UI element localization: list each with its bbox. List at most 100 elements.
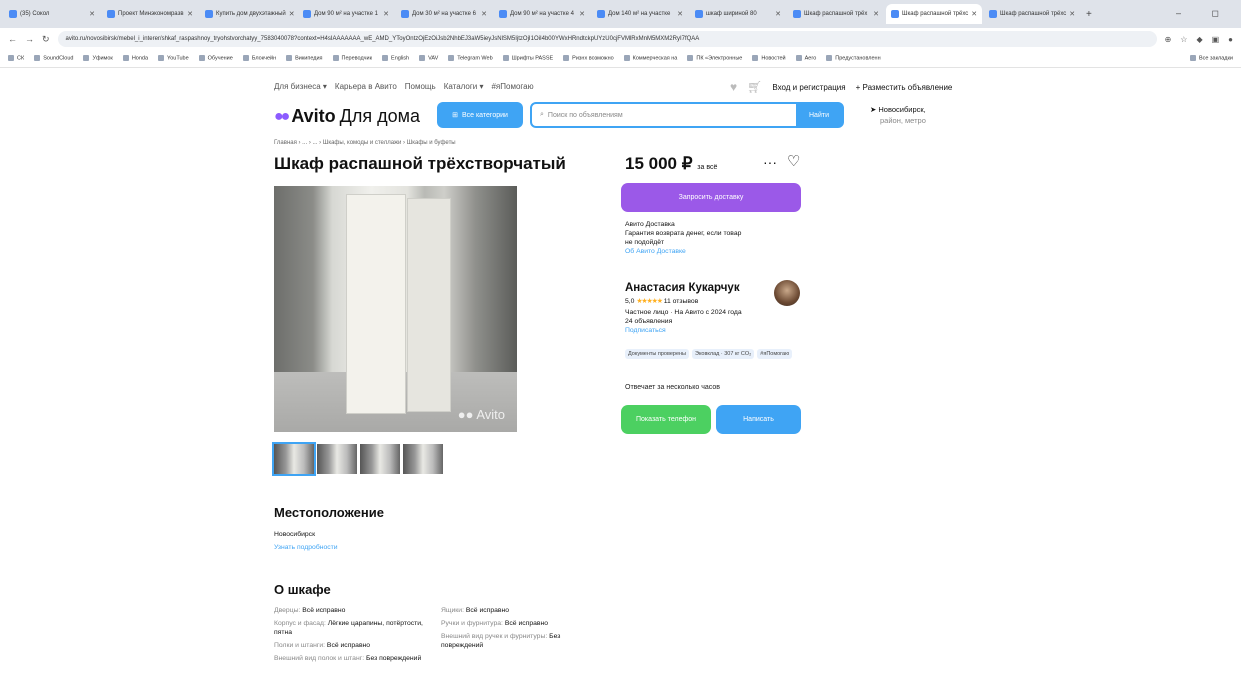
top-nav-item[interactable]: Помощь (405, 82, 436, 91)
close-icon[interactable]: ✕ (187, 10, 193, 18)
forward-icon[interactable]: → (25, 34, 34, 44)
status-badge[interactable]: #яПомогаю (757, 349, 793, 359)
search-button[interactable]: Найти (796, 104, 842, 126)
top-right-actions: ♥ 🛒︎ Вход и регистрация + Разместить объ… (730, 80, 952, 94)
subscribe-link[interactable]: Подписаться (625, 326, 775, 335)
seller-name[interactable]: Анастасия Кукарчук (625, 282, 740, 294)
rating-value: 5,0 (625, 298, 635, 305)
browser-tab-bar: (35) Сокол ✕ Проект Минэкономразв ✕ Купить д… (0, 0, 1241, 28)
location-selector[interactable]: ➤ Новосибирск, район, метро (870, 104, 926, 126)
browser-tab[interactable]: Шкаф распашной трёх ✕ (788, 4, 884, 24)
cart-icon[interactable]: 🛒︎ (747, 80, 762, 94)
url-field[interactable]: avito.ru/novosibirsk/mebel_i_interer/shk… (57, 31, 1157, 47)
bookmark-item[interactable]: Ризнх возможно (563, 55, 614, 62)
zoom-icon[interactable]: ⊕ (1165, 35, 1172, 44)
close-icon[interactable]: ✕ (89, 10, 95, 18)
price-value: 15 000 ₽ (625, 154, 693, 173)
login-link[interactable]: Вход и регистрация (772, 83, 845, 92)
search-input[interactable]: Поиск по объявлениям (548, 112, 623, 119)
window-controls[interactable]: – ◻ (1176, 8, 1233, 19)
bookmark-item[interactable]: Новостей (752, 55, 785, 62)
thumbnail[interactable] (272, 442, 316, 476)
search-box[interactable]: ⌕ Поиск по объявлениям Найти (530, 102, 844, 128)
favorite-heart-icon[interactable]: ♡ (787, 152, 800, 170)
bookmark-item[interactable]: Коммерческая на (624, 55, 678, 62)
location-details-link[interactable]: Узнать подробности (274, 544, 338, 551)
bookmark-item[interactable]: Блокчейн (243, 55, 276, 62)
browser-tab[interactable]: Проект Минэкономразв ✕ (102, 4, 198, 24)
bookmark-item[interactable]: Telegram Web (448, 55, 492, 62)
request-delivery-button[interactable]: Запросить доставку (621, 183, 801, 212)
close-icon[interactable]: ✕ (1069, 10, 1075, 18)
seller-listings[interactable]: 24 объявления (625, 317, 775, 326)
bookmark-item[interactable]: Уфимок (83, 55, 112, 62)
bookmark-item[interactable]: Шрифты PASSE (503, 55, 554, 62)
close-icon[interactable]: ✕ (481, 10, 487, 18)
bookmark-item[interactable]: Aero (796, 55, 817, 62)
delivery-link[interactable]: Об Авито Доставке (625, 247, 743, 256)
browser-tab[interactable]: Купить дом двухэтажный ✕ (200, 4, 296, 24)
close-icon[interactable]: ✕ (289, 10, 295, 18)
status-badge[interactable]: Документы проверены (625, 349, 690, 359)
bookmark-item[interactable]: Предустановленн (826, 55, 880, 62)
close-icon[interactable]: ✕ (971, 10, 977, 18)
bookmark-item[interactable]: ПК «Электронные (687, 55, 742, 62)
browser-tab[interactable]: Шкаф распашной трёхс ✕ (984, 4, 1080, 24)
photo-wardrobe-door-open (407, 198, 451, 412)
attribute-row: Полки и штанги: Всё исправно (274, 641, 424, 650)
write-message-button[interactable]: Написать (716, 405, 801, 434)
close-icon[interactable]: ✕ (677, 10, 683, 18)
logo-suffix: Для дома (339, 106, 421, 126)
close-icon[interactable]: ✕ (873, 10, 879, 18)
back-icon[interactable]: ← (8, 34, 17, 44)
thumbnail[interactable] (317, 444, 357, 474)
all-categories-button[interactable]: ⊞ Все категории (437, 102, 523, 128)
puzzle-icon[interactable]: ▣ (1212, 35, 1220, 44)
reload-icon[interactable]: ↻ (42, 34, 50, 45)
post-ad-link[interactable]: + Разместить объявление (856, 83, 953, 92)
top-nav-item[interactable]: Для бизнеса ▾ (274, 82, 327, 91)
main-photo[interactable]: ●● Avito (274, 186, 517, 432)
thumbnail[interactable] (403, 444, 443, 474)
bookmark-item[interactable]: YouTube (158, 55, 189, 62)
bookmark-item[interactable]: Переводчик (333, 55, 372, 62)
top-nav-item[interactable]: Карьера в Авито (335, 82, 397, 91)
close-icon[interactable]: ✕ (579, 10, 585, 18)
rating-stars-icon: ★★★★★ (636, 298, 662, 305)
breadcrumb[interactable]: Главная › ... › ... › Шкафы, комоды и ст… (274, 140, 456, 146)
show-phone-button[interactable]: Показать телефон (621, 405, 711, 434)
browser-tab[interactable]: Дом 90 м² на участке 1 ✕ (298, 4, 394, 24)
bookmark-item[interactable]: SoundCloud (34, 55, 73, 62)
star-icon[interactable]: ☆ (1180, 35, 1187, 44)
favorites-icon[interactable]: ♥ (730, 80, 737, 94)
avito-logo[interactable]: ●● Avito Для дома (274, 106, 420, 127)
extension-icons[interactable]: ⊕ ☆ ◆ ▣ ● (1165, 35, 1233, 44)
browser-tab[interactable]: (35) Сокол ✕ (4, 4, 100, 24)
close-icon[interactable]: ✕ (775, 10, 781, 18)
all-bookmarks[interactable]: Все закладки (1190, 55, 1233, 62)
browser-tab[interactable]: Дом 30 м² на участке 6 ✕ (396, 4, 492, 24)
browser-tab[interactable]: Дом 140 м² на участке ✕ (592, 4, 688, 24)
bookmark-item[interactable]: VAV (419, 55, 438, 62)
close-icon[interactable]: ✕ (383, 10, 389, 18)
browser-tab[interactable]: Дом 90 м² на участке 4 ✕ (494, 4, 590, 24)
top-nav-item[interactable]: #яПомогаю (491, 82, 533, 91)
bookmark-item[interactable]: English (382, 55, 409, 62)
bookmark-item[interactable]: СК (8, 55, 24, 62)
browser-tab[interactable]: Шкаф распашной трёхс ✕ (886, 4, 982, 24)
top-nav-item[interactable]: Каталоги ▾ (444, 82, 484, 91)
bookmark-item[interactable]: Википедия (286, 55, 322, 62)
new-tab-icon[interactable]: + (1086, 9, 1092, 20)
seller-rating[interactable]: 5,0 ★★★★★ 11 отзывов (625, 297, 698, 305)
thumbnail[interactable] (360, 444, 400, 474)
profile-icon[interactable]: ● (1228, 35, 1233, 44)
top-nav: Для бизнеса ▾ Карьера в Авито Помощь Катало… (274, 82, 534, 91)
bookmark-item[interactable]: Honda (123, 55, 148, 62)
browser-tab[interactable]: шкаф шириной 80 ✕ (690, 4, 786, 24)
extension-icon[interactable]: ◆ (1196, 35, 1202, 44)
more-options-icon[interactable]: ··· (763, 154, 777, 170)
status-badge[interactable]: Эковклад · 307 кг CO₂ (692, 349, 755, 359)
attribute-key: Внешний вид полок и штанг: (274, 655, 365, 662)
bookmark-item[interactable]: Обучение (199, 55, 233, 62)
avatar[interactable] (774, 280, 800, 306)
